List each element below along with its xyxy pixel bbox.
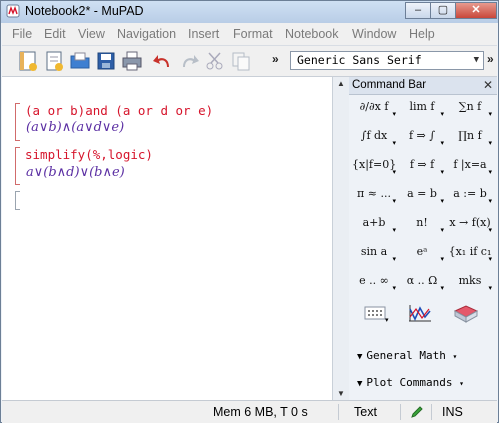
menu-navigation[interactable]: Navigation xyxy=(117,27,176,41)
status-bar: Mem 6 MB, T 0 s Text INS xyxy=(2,400,497,423)
menu-notebook[interactable]: Notebook xyxy=(285,27,339,41)
scroll-up-icon[interactable]: ▲ xyxy=(337,79,345,88)
cmd-product[interactable]: ∏n f ▾ xyxy=(448,124,492,148)
toolbar-overflow-chevron-2[interactable]: » xyxy=(487,52,494,66)
redo-icon[interactable] xyxy=(178,50,200,72)
menu-edit[interactable]: Edit xyxy=(44,27,66,41)
plot-2d-icon[interactable] xyxy=(407,303,433,323)
maximize-button[interactable]: ▢ xyxy=(430,2,456,19)
cut-icon[interactable] xyxy=(204,50,226,72)
notebook-document[interactable]: (a or b)and (a or d or e) (a∨b)∧(a∨d∨e) … xyxy=(2,77,333,400)
mupad-window: Notebook2* - MuPAD – ▢ ✕ File Edit View … xyxy=(0,0,499,423)
mode-status: Text xyxy=(354,405,377,419)
plot-commands-section[interactable]: ▼ Plot Commands ▾ xyxy=(357,376,464,389)
font-select-value: Generic Sans Serif xyxy=(297,53,422,67)
scroll-down-icon[interactable]: ▼ xyxy=(337,389,345,398)
toolbar-overflow-chevron[interactable]: » xyxy=(272,52,279,66)
cmd-limit[interactable]: lim f ▾ xyxy=(400,95,444,119)
cmd-function[interactable]: x → f(x) ▾ xyxy=(448,211,492,235)
command-bar-close-icon[interactable]: ✕ xyxy=(483,78,493,92)
cmd-evaluate-at[interactable]: f |x=a ▾ xyxy=(448,153,492,177)
cmd-piecewise[interactable]: {x₁ if c₁ ▾ xyxy=(448,240,492,264)
minimize-button[interactable]: – xyxy=(405,2,431,19)
collapse-triangle-icon: ▼ xyxy=(357,352,363,362)
cmd-approximate[interactable]: π ≈ ... ▾ xyxy=(352,182,396,206)
menu-file[interactable]: File xyxy=(12,27,32,41)
cmd-operators[interactable]: a+b ▾ xyxy=(352,211,396,235)
cmd-equation[interactable]: a = b ▾ xyxy=(400,182,444,206)
input-line-1[interactable]: (a or b)and (a or d or e) xyxy=(25,103,213,118)
menu-help[interactable]: Help xyxy=(409,27,435,41)
print-icon[interactable] xyxy=(121,50,143,72)
status-divider-2 xyxy=(400,404,401,420)
menu-window[interactable]: Window xyxy=(352,27,396,41)
cmd-sum[interactable]: ∑n f ▾ xyxy=(448,95,492,119)
cmd-integrate-transform[interactable]: f ⇒ ∫ ▾ xyxy=(400,124,444,148)
command-bar-header: Command Bar ✕ xyxy=(349,77,497,95)
dropdown-arrow-icon: ▼ xyxy=(473,55,479,65)
menu-view[interactable]: View xyxy=(78,27,105,41)
output-line-1: (a∨b)∧(a∨d∨e) xyxy=(26,120,125,135)
cmd-trig[interactable]: sin a ▾ xyxy=(352,240,396,264)
menu-bar: File Edit View Navigation Insert Format … xyxy=(2,23,497,46)
title-bar: Notebook2* - MuPAD – ▢ ✕ xyxy=(1,1,498,23)
cmd-integral[interactable]: ∫f dx ▾ xyxy=(352,124,396,148)
menu-format[interactable]: Format xyxy=(233,27,273,41)
region-bracket-empty[interactable] xyxy=(15,191,20,210)
output-line-2: a∨(b∧d)∨(b∧e) xyxy=(26,165,125,180)
mupad-app-icon xyxy=(6,4,20,18)
cmd-exponential[interactable]: eᵃ ▾ xyxy=(400,240,444,264)
new-notebook-icon[interactable] xyxy=(17,50,39,72)
cmd-greek[interactable]: α .. Ω ▾ xyxy=(400,269,444,293)
svg-text:▾: ▾ xyxy=(385,317,389,323)
copy-icon[interactable] xyxy=(230,50,252,72)
new-editor-icon[interactable] xyxy=(43,50,65,72)
cmd-factorial[interactable]: n! ▾ xyxy=(400,211,444,235)
open-folder-icon[interactable] xyxy=(69,50,91,72)
undo-icon[interactable] xyxy=(152,50,174,72)
memory-status: Mem 6 MB, T 0 s xyxy=(213,405,308,419)
command-bar: Command Bar ✕ ∂/∂x f ▾ lim f ▾ ∑n f ▾ ∫f dx… xyxy=(349,77,497,400)
font-select[interactable]: Generic Sans Serif ▼ xyxy=(290,51,484,70)
matrix-icon[interactable]: ▾ xyxy=(363,303,389,323)
cmd-solve[interactable]: {x|f=0} ▾ xyxy=(352,153,396,177)
region-bracket-1[interactable] xyxy=(15,103,20,141)
toolbar: » Generic Sans Serif ▼ » xyxy=(2,46,497,77)
cmd-constants[interactable]: e .. ∞ ▾ xyxy=(352,269,396,293)
cmd-units[interactable]: mks ▾ xyxy=(448,269,492,293)
cmd-derivative[interactable]: ∂/∂x f ▾ xyxy=(352,95,396,119)
window-title: Notebook2* - MuPAD xyxy=(25,4,144,18)
collapse-triangle-icon-2: ▼ xyxy=(357,379,363,389)
pencil-icon xyxy=(411,406,423,418)
insert-mode-status: INS xyxy=(442,405,463,419)
status-divider xyxy=(338,404,339,420)
save-icon[interactable] xyxy=(95,50,117,72)
input-line-2[interactable]: simplify(%,logic) xyxy=(25,147,153,162)
vertical-scrollbar[interactable]: ▲ ▼ xyxy=(332,77,349,400)
region-bracket-2[interactable] xyxy=(15,147,20,185)
plot-3d-icon[interactable] xyxy=(453,303,479,323)
command-bar-title: Command Bar xyxy=(352,79,427,91)
status-divider-3 xyxy=(431,404,432,420)
general-math-section[interactable]: ▼ General Math ▾ xyxy=(357,349,457,362)
close-button[interactable]: ✕ xyxy=(455,2,497,19)
cmd-assignment[interactable]: a := b ▾ xyxy=(448,182,492,206)
cmd-simplify[interactable]: f ⇒ f ▾ xyxy=(400,153,444,177)
menu-insert[interactable]: Insert xyxy=(188,27,219,41)
